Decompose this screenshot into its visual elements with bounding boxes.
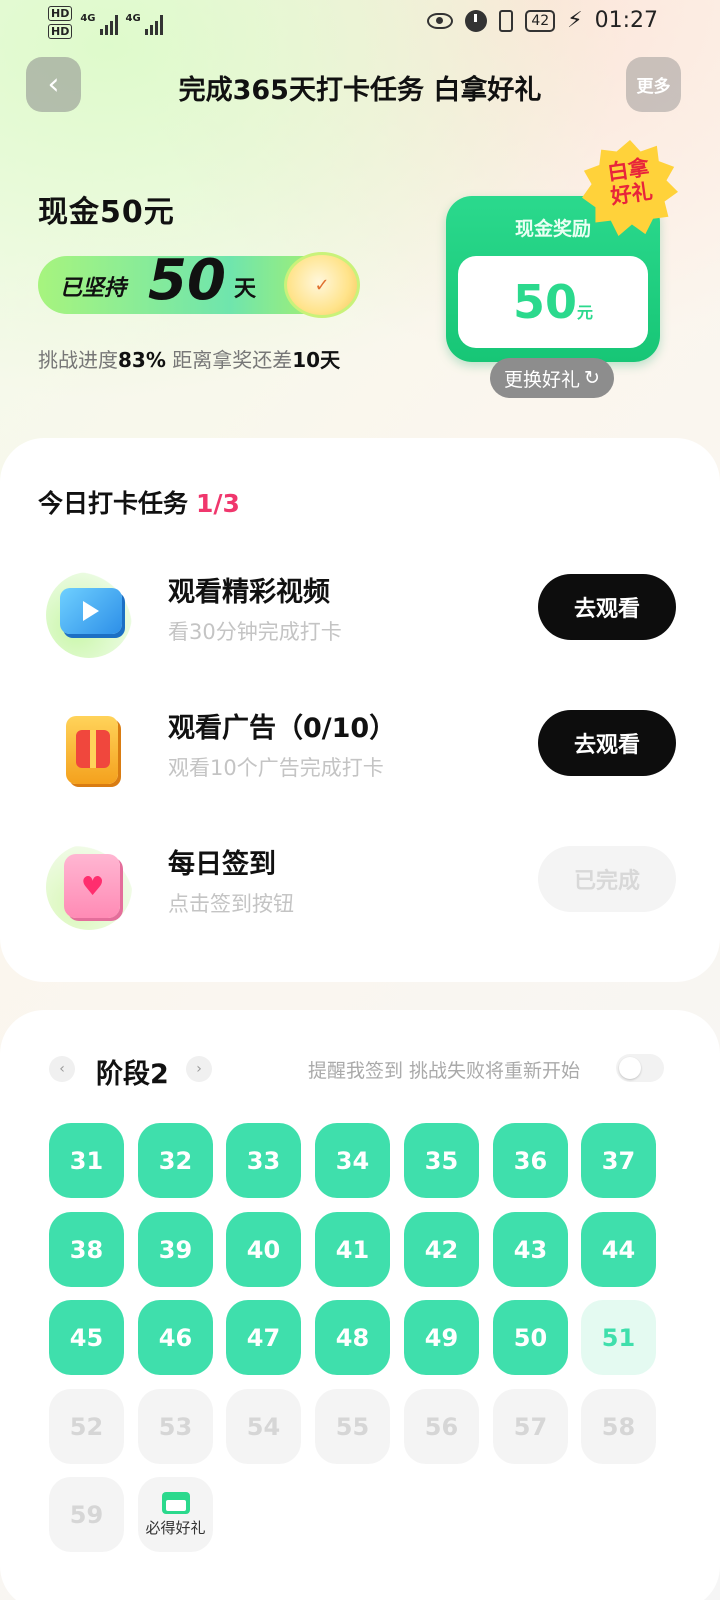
cash-title: 现金50元 — [38, 195, 175, 230]
day-cell-done[interactable]: 41 — [315, 1212, 390, 1287]
signal-icon-1: 4G — [80, 13, 118, 35]
day-cell-done[interactable]: 35 — [404, 1123, 479, 1198]
hd-badge-2: HD — [48, 24, 73, 39]
day-cell-future[interactable]: 58 — [581, 1389, 656, 1464]
streak-banner: 已坚持 50 天 ✓ — [38, 248, 360, 318]
streak-prefix: 已坚持 — [60, 276, 127, 301]
daily-task-card: 今日打卡任务 1/3 观看精彩视频 看30分钟完成打卡 去观看 观看广告（0/10… — [0, 438, 720, 982]
reminder-text: 提醒我签到 挑战失败将重新开始 — [308, 1060, 581, 1082]
checkin-done-button: 已完成 — [538, 846, 676, 912]
day-cell-done[interactable]: 37 — [581, 1123, 656, 1198]
task-row-ads: 观看广告（0/10） 观看10个广告完成打卡 去观看 — [0, 702, 720, 812]
hd-badge-1: HD — [48, 6, 73, 21]
task-section-title: 今日打卡任务 1/3 — [38, 484, 240, 520]
day-cell-done[interactable]: 39 — [138, 1212, 213, 1287]
progress-label: 挑战进度 — [38, 348, 118, 372]
day-cell-today[interactable]: 51 — [581, 1300, 656, 1375]
battery-icon: 42 — [525, 9, 556, 32]
status-bar: HD HD 4G 4G 42 ⚡ 01:27 — [0, 0, 720, 48]
day-cell-done[interactable]: 36 — [493, 1123, 568, 1198]
mascot-icon: ✓ — [284, 252, 360, 318]
task-title-text: 今日打卡任务 — [38, 489, 189, 518]
day-cell-done[interactable]: 44 — [581, 1212, 656, 1287]
day-cell-done[interactable]: 45 — [49, 1300, 124, 1375]
gift-box-icon — [46, 708, 132, 794]
day-cell-future[interactable]: 59 — [49, 1477, 124, 1552]
day-cell-future[interactable]: 56 — [404, 1389, 479, 1464]
prize-amount: 50 — [512, 275, 577, 329]
prize-amount-box: 50元 — [458, 256, 648, 348]
refresh-icon: ↻ — [584, 367, 600, 389]
network-type-2: 4G — [125, 13, 141, 24]
task-count: 1/3 — [196, 489, 240, 518]
status-right: 42 ⚡ 01:27 — [427, 8, 658, 33]
day-cell-future[interactable]: 55 — [315, 1389, 390, 1464]
progress-text: 挑战进度83% 距离拿奖还差10天 — [38, 344, 340, 373]
chevron-right-icon: › — [196, 1061, 202, 1077]
day-cell-done[interactable]: 33 — [226, 1123, 301, 1198]
streak-days: 50 — [148, 248, 226, 313]
remaining-label: 距离拿奖还差 — [172, 348, 293, 372]
stage-label: 阶段2 — [96, 1059, 169, 1090]
day-cell-done[interactable]: 34 — [315, 1123, 390, 1198]
reminder-toggle[interactable] — [616, 1054, 664, 1082]
day-cell-done[interactable]: 47 — [226, 1300, 301, 1375]
task-name: 每日签到 — [168, 849, 276, 880]
day-cell-future[interactable]: 54 — [226, 1389, 301, 1464]
task-desc: 看30分钟完成打卡 — [168, 620, 342, 644]
eye-icon — [427, 12, 454, 29]
task-desc: 点击签到按钮 — [168, 892, 294, 916]
progress-value: 83% — [118, 348, 166, 372]
task-row-checkin: ♥ 每日签到 点击签到按钮 已完成 — [0, 838, 720, 948]
day-cell-done[interactable]: 49 — [404, 1300, 479, 1375]
day-cell-done[interactable]: 48 — [315, 1300, 390, 1375]
guaranteed-gift-cell[interactable]: 必得好礼 — [138, 1477, 213, 1552]
more-button[interactable]: 更多 — [626, 57, 681, 112]
task-desc: 观看10个广告完成打卡 — [168, 756, 384, 780]
stage-calendar-card: ‹ 阶段2 › 提醒我签到 挑战失败将重新开始 31 32 33 34 35 36 37 38… — [0, 1010, 720, 1600]
alarm-icon — [465, 9, 488, 32]
network-type-1: 4G — [80, 13, 96, 24]
day-cell-done[interactable]: 31 — [49, 1123, 124, 1198]
day-cell-done[interactable]: 50 — [493, 1300, 568, 1375]
prize-unit: 元 — [577, 303, 594, 322]
charging-icon: ⚡ — [567, 8, 583, 33]
swap-gift-label: 更换好礼 — [504, 368, 581, 391]
day-cell-future[interactable]: 57 — [493, 1389, 568, 1464]
vibrate-icon — [499, 9, 514, 32]
day-cell-done[interactable]: 46 — [138, 1300, 213, 1375]
watch-ads-button[interactable]: 去观看 — [538, 710, 676, 776]
gift-card-icon — [161, 1491, 190, 1514]
day-cell-done[interactable]: 40 — [226, 1212, 301, 1287]
clock: 01:27 — [594, 8, 658, 33]
remaining-value: 10天 — [292, 348, 341, 372]
chevron-left-icon: ‹ — [59, 1061, 65, 1077]
watch-video-button[interactable]: 去观看 — [538, 574, 676, 640]
streak-suffix: 天 — [234, 277, 257, 302]
day-cell-done[interactable]: 42 — [404, 1212, 479, 1287]
day-cell-done[interactable]: 43 — [493, 1212, 568, 1287]
day-cell-future[interactable]: 53 — [138, 1389, 213, 1464]
prev-stage-button[interactable]: ‹ — [49, 1056, 75, 1082]
task-row-video: 观看精彩视频 看30分钟完成打卡 去观看 — [0, 566, 720, 676]
signal-group: HD HD 4G 4G — [48, 6, 163, 42]
hd-indicators: HD HD — [48, 6, 73, 42]
calendar-heart-icon: ♥ — [46, 844, 132, 930]
video-play-icon — [46, 572, 132, 658]
day-cell-done[interactable]: 38 — [49, 1212, 124, 1287]
signal-icon-2: 4G — [126, 13, 163, 35]
task-name: 观看精彩视频 — [168, 577, 330, 608]
swap-gift-button[interactable]: 更换好礼 ↻ — [490, 358, 614, 398]
next-stage-button[interactable]: › — [186, 1056, 212, 1082]
task-name: 观看广告（0/10） — [168, 713, 397, 744]
day-cell-future[interactable]: 52 — [49, 1389, 124, 1464]
gift-label: 必得好礼 — [145, 1518, 206, 1537]
page-title: 完成365天打卡任务 白拿好礼 — [178, 75, 542, 106]
day-cell-done[interactable]: 32 — [138, 1123, 213, 1198]
